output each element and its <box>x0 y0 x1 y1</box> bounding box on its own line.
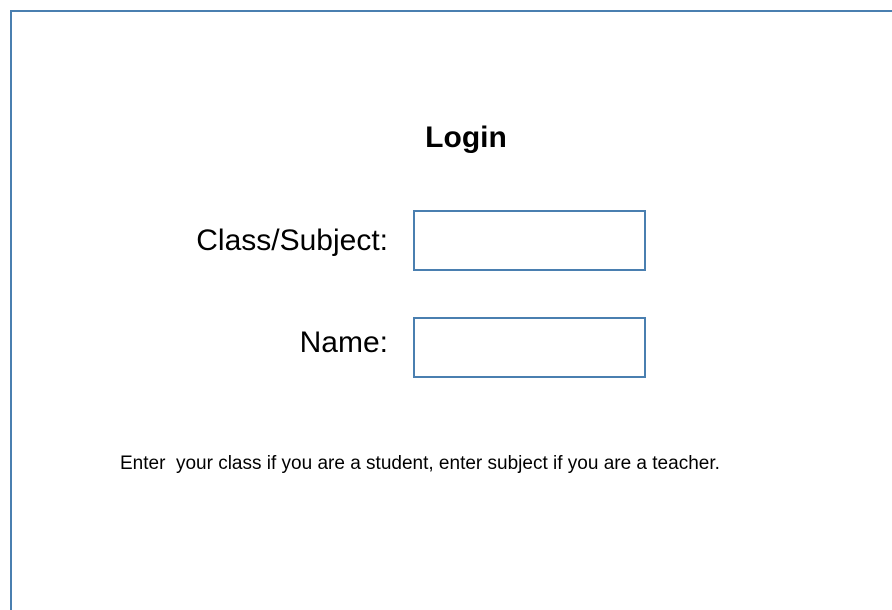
login-panel-frame <box>10 10 892 610</box>
login-hint-text: Enter your class if you are a student, e… <box>120 453 720 474</box>
class-subject-input[interactable] <box>413 210 646 271</box>
login-title: Login <box>425 121 507 154</box>
name-label: Name: <box>299 326 388 359</box>
name-input[interactable] <box>413 317 646 378</box>
class-subject-label: Class/Subject: <box>196 224 388 257</box>
